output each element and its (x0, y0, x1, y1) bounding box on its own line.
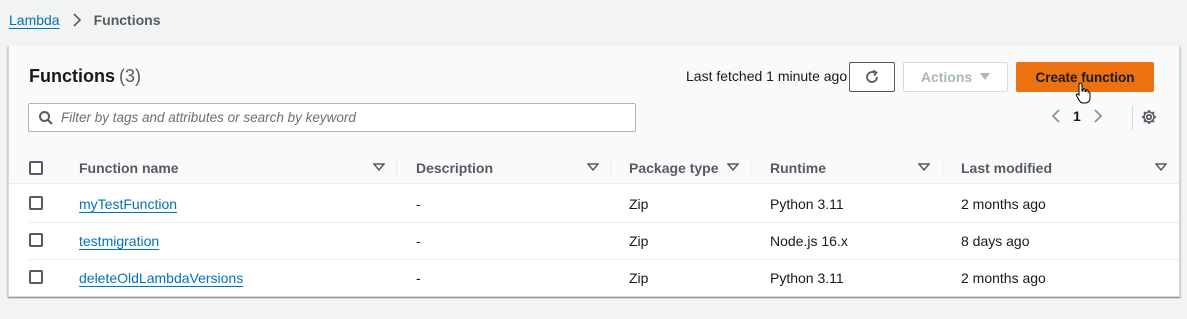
select-all-checkbox[interactable] (29, 161, 43, 175)
search-input[interactable] (61, 110, 621, 125)
pager-divider (1132, 106, 1133, 130)
description-cell: - (416, 232, 421, 249)
last-modified-cell: 8 days ago (961, 232, 1030, 249)
page-number[interactable]: 1 (1073, 108, 1081, 124)
row-checkbox[interactable] (29, 196, 43, 210)
search-box (28, 103, 636, 132)
package-type-cell: Zip (629, 232, 649, 249)
column-header-description[interactable]: Description (416, 151, 493, 184)
column-header-package-type[interactable]: Package type (629, 151, 719, 184)
sort-caret-icon[interactable] (918, 161, 930, 173)
last-modified-cell: 2 months ago (961, 195, 1046, 212)
chevron-left-icon[interactable] (1051, 108, 1061, 124)
sort-caret-icon[interactable] (727, 161, 739, 173)
description-cell: - (416, 269, 421, 286)
row-checkbox[interactable] (29, 270, 43, 284)
refresh-button[interactable] (849, 62, 895, 92)
column-header-last-modified[interactable]: Last modified (961, 151, 1052, 184)
sort-caret-icon[interactable] (373, 161, 385, 173)
chevron-right-icon[interactable] (1093, 108, 1103, 124)
package-type-cell: Zip (629, 269, 649, 286)
column-divider (942, 159, 943, 177)
function-name-link[interactable]: myTestFunction (79, 196, 177, 212)
last-modified-cell: 2 months ago (961, 269, 1046, 286)
table-header: Function name Description Package type R… (9, 151, 1179, 184)
column-divider (750, 159, 751, 177)
description-cell: - (416, 195, 421, 212)
sort-caret-icon[interactable] (1155, 161, 1167, 173)
search-icon (38, 110, 54, 126)
gear-icon[interactable] (1141, 109, 1157, 125)
page-title: Functions (3) (29, 66, 141, 87)
title-text: Functions (29, 66, 115, 86)
table-row: deleteOldLambdaVersions - Zip Python 3.1… (9, 259, 1179, 296)
column-header-runtime[interactable]: Runtime (770, 151, 826, 184)
row-checkbox[interactable] (29, 233, 43, 247)
panel-header: Functions (3) Last fetched 1 minute ago A… (9, 46, 1179, 184)
actions-dropdown-button[interactable]: Actions (903, 62, 1008, 92)
column-divider (396, 159, 397, 177)
last-fetched-text: Last fetched 1 minute ago (686, 68, 848, 84)
sort-caret-icon[interactable] (587, 161, 599, 173)
functions-panel: Functions (3) Last fetched 1 minute ago A… (8, 46, 1180, 297)
runtime-cell: Node.js 16.x (770, 232, 848, 249)
runtime-cell: Python 3.11 (770, 269, 844, 286)
table-row: testmigration - Zip Node.js 16.x 8 days … (9, 222, 1179, 259)
function-name-link[interactable]: deleteOldLambdaVersions (79, 270, 243, 286)
function-name-link[interactable]: testmigration (79, 233, 159, 249)
refresh-icon (864, 69, 880, 85)
actions-label: Actions (920, 69, 973, 85)
package-type-cell: Zip (629, 195, 649, 212)
caret-down-icon (980, 73, 991, 81)
runtime-cell: Python 3.11 (770, 195, 844, 212)
pagination: 1 (1051, 108, 1103, 124)
function-count: (3) (119, 66, 141, 86)
breadcrumb-current: Functions (93, 12, 161, 28)
column-divider (610, 159, 611, 177)
breadcrumb: Lambda Functions (9, 12, 160, 28)
chevron-right-icon (70, 13, 84, 27)
breadcrumb-lambda-link[interactable]: Lambda (9, 12, 60, 28)
column-header-function-name[interactable]: Function name (79, 151, 179, 184)
table-row: myTestFunction - Zip Python 3.11 2 month… (9, 185, 1179, 222)
hand-cursor-icon (1075, 82, 1091, 104)
